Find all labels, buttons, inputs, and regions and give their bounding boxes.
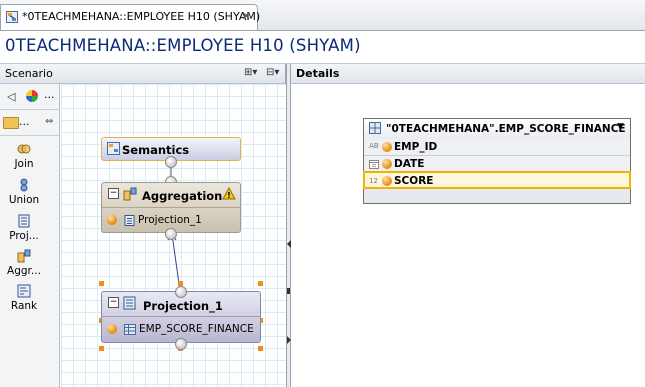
scenario-panel-header: Scenario ⊞▾ ⊟▾ bbox=[0, 64, 286, 84]
aggregation-icon bbox=[17, 249, 31, 263]
input-orb-icon bbox=[107, 324, 117, 334]
calculation-view-icon bbox=[6, 11, 18, 23]
column-row-emp-id[interactable]: AB EMP_ID bbox=[364, 139, 630, 156]
svg-text:!: ! bbox=[227, 191, 231, 200]
aggregation-input-label: Projection_1 bbox=[138, 214, 202, 226]
aggregation-input-row[interactable]: Projection_1 bbox=[107, 213, 202, 226]
tool-label: Rank bbox=[10, 300, 38, 312]
scenario-title: Scenario bbox=[5, 67, 53, 80]
palette-tool-join[interactable]: Join bbox=[0, 142, 48, 170]
output-orb-icon[interactable] bbox=[382, 159, 392, 169]
union-icon bbox=[20, 178, 28, 192]
semantics-input-connector[interactable] bbox=[165, 156, 177, 168]
close-icon[interactable]: ✕ bbox=[241, 9, 251, 23]
palette-tools-drawer[interactable]: ... ⇔ bbox=[0, 112, 60, 136]
dropdown-arrow-icon[interactable]: ▼ bbox=[617, 122, 624, 132]
tools-drawer-label: ... bbox=[19, 115, 30, 128]
tool-label: Aggr... bbox=[7, 265, 41, 277]
aggregation-icon bbox=[123, 187, 137, 201]
tool-label: Union bbox=[8, 194, 40, 206]
node-title: Aggregation bbox=[142, 189, 223, 203]
semantics-icon bbox=[107, 142, 120, 155]
minimize-icon[interactable]: ⊟▾ bbox=[266, 67, 279, 78]
column-name: SCORE bbox=[394, 175, 434, 187]
date-type-icon bbox=[369, 160, 379, 169]
input-orb-icon bbox=[107, 215, 117, 225]
tool-label: Join bbox=[14, 158, 34, 170]
splitter-grip-icon[interactable] bbox=[287, 288, 290, 294]
resize-handle[interactable] bbox=[99, 346, 104, 351]
details-panel-header: Details bbox=[291, 64, 645, 84]
warning-icon[interactable]: ! bbox=[222, 187, 236, 200]
join-icon bbox=[17, 144, 31, 154]
palette-icon[interactable] bbox=[26, 90, 38, 102]
projection-icon bbox=[123, 296, 136, 310]
table-icon bbox=[369, 122, 381, 134]
aggregation-node[interactable]: − Aggregation ! Projection_1 bbox=[101, 182, 241, 233]
output-orb-icon[interactable] bbox=[382, 176, 392, 186]
folder-icon bbox=[3, 117, 19, 129]
node-title: Semantics bbox=[122, 143, 190, 157]
palette-menu[interactable]: ... bbox=[44, 88, 55, 101]
table-icon bbox=[123, 323, 136, 335]
palette-tool-union[interactable]: Union bbox=[0, 178, 48, 206]
editor-tab-bar: *0TEACHMEHANA::EMPLOYEE H10 (SHYAM) ✕ bbox=[0, 0, 645, 31]
node-title: Projection_1 bbox=[143, 299, 223, 313]
string-type-icon: AB bbox=[369, 142, 379, 150]
table-header[interactable]: "0TEACHMEHANA".EMP_SCORE_FINANCE ▼ bbox=[364, 119, 630, 140]
projection-icon bbox=[18, 214, 30, 228]
palette-tool-aggregation[interactable]: Aggr... bbox=[0, 249, 48, 277]
collapse-toggle[interactable]: − bbox=[108, 188, 119, 199]
resize-handle[interactable] bbox=[99, 281, 104, 286]
numeric-type-icon: 12 bbox=[369, 177, 378, 185]
column-row-score[interactable]: 12 SCORE bbox=[363, 171, 631, 189]
page-title: 0TEACHMEHANA::EMPLOYEE H10 (SHYAM) bbox=[5, 36, 361, 55]
pin-icon[interactable]: ⇔ bbox=[45, 116, 53, 127]
aggregation-input-connector[interactable] bbox=[165, 228, 177, 240]
tool-palette: ◁ ... ... ⇔ Join Union Proj... Aggr... R… bbox=[0, 84, 60, 387]
resize-handle[interactable] bbox=[258, 346, 263, 351]
details-title: Details bbox=[296, 67, 340, 80]
scenario-canvas[interactable]: Semantics − Aggregation ! Projection_1 −… bbox=[61, 84, 286, 387]
projection-input-connector[interactable] bbox=[175, 338, 187, 350]
projection-input-label: EMP_SCORE_FINANCE bbox=[139, 323, 254, 335]
resize-handle[interactable] bbox=[258, 281, 263, 286]
auto-layout-icon[interactable]: ⊞▾ bbox=[244, 67, 257, 78]
tab-label: *0TEACHMEHANA::EMPLOYEE H10 (SHYAM) bbox=[22, 10, 261, 23]
editor-title-bar: 0TEACHMEHANA::EMPLOYEE H10 (SHYAM) bbox=[0, 31, 645, 64]
palette-collapse-icon[interactable]: ◁ bbox=[7, 90, 15, 103]
column-name: DATE bbox=[394, 158, 425, 170]
palette-tool-projection[interactable]: Proj... bbox=[0, 214, 48, 242]
column-name: EMP_ID bbox=[394, 141, 438, 153]
rank-icon bbox=[17, 284, 31, 298]
projection-input-row[interactable]: EMP_SCORE_FINANCE bbox=[107, 322, 254, 335]
palette-header: ◁ ... bbox=[0, 84, 60, 110]
collapse-toggle[interactable]: − bbox=[108, 297, 119, 308]
tool-label: Proj... bbox=[9, 230, 39, 242]
output-orb-icon[interactable] bbox=[382, 142, 392, 152]
projection-node[interactable]: − Projection_1 EMP_SCORE_FINANCE bbox=[101, 291, 261, 343]
data-source-table[interactable]: "0TEACHMEHANA".EMP_SCORE_FINANCE ▼ AB EM… bbox=[363, 118, 631, 204]
projection-output-connector[interactable] bbox=[175, 286, 187, 298]
editor-tab[interactable]: *0TEACHMEHANA::EMPLOYEE H10 (SHYAM) ✕ bbox=[0, 4, 261, 30]
projection-icon bbox=[124, 214, 134, 226]
palette-tool-rank[interactable]: Rank bbox=[0, 284, 48, 312]
table-name: "0TEACHMEHANA".EMP_SCORE_FINANCE bbox=[386, 123, 626, 135]
